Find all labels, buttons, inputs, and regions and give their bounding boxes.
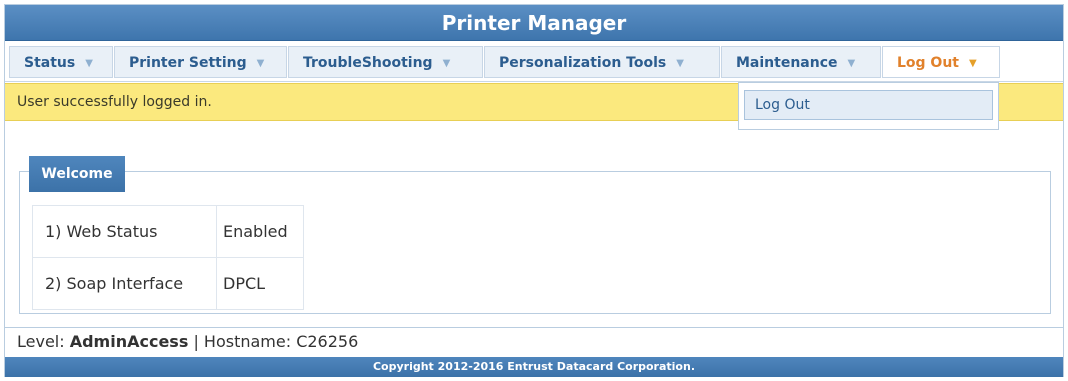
chevron-down-icon: ▼: [847, 58, 856, 69]
nav-item-label: TroubleShooting: [303, 55, 433, 71]
nav-item-printer-setting[interactable]: Printer Setting ▼: [114, 46, 287, 78]
nav-item-personalization-tools[interactable]: Personalization Tools ▼: [484, 46, 720, 78]
access-level: AdminAccess: [69, 332, 189, 351]
hostname-value: C26256: [296, 332, 359, 351]
chevron-down-icon: ▼: [85, 58, 93, 69]
chevron-down-icon: ▼: [969, 58, 977, 69]
chevron-down-icon: ▼: [442, 58, 451, 69]
nav-item-label: Printer Setting: [129, 55, 247, 71]
chevron-down-icon: ▼: [676, 58, 684, 69]
table-row: 2) Soap Interface DPCL: [32, 257, 304, 310]
main-nav: Status ▼ Printer Setting ▼ TroubleShooting…: [5, 42, 1063, 82]
nav-item-maintenance[interactable]: Maintenance ▼: [721, 46, 881, 78]
nav-item-label: Maintenance: [736, 55, 838, 71]
table-row: 1) Web Status Enabled: [32, 205, 304, 258]
chevron-down-icon: ▼: [256, 58, 265, 69]
row-key: 2) Soap Interface: [32, 257, 217, 310]
nav-item-troubleshooting[interactable]: TroubleShooting ▼: [288, 46, 483, 78]
footer-copyright: Copyright 2012-2016 Entrust Datacard Cor…: [5, 357, 1063, 377]
nav-item-label: Status: [24, 55, 76, 71]
row-value: Enabled: [216, 205, 304, 258]
log-out-dropdown: Log Out: [738, 82, 999, 130]
nav-item-status[interactable]: Status ▼: [9, 46, 113, 78]
dropdown-item-log-out[interactable]: Log Out: [744, 90, 993, 120]
nav-item-label: Personalization Tools: [499, 55, 667, 71]
welcome-table: 1) Web Status Enabled 2) Soap Interface …: [32, 205, 304, 310]
row-value: DPCL: [216, 257, 304, 310]
app-title: Printer Manager: [5, 5, 1063, 41]
nav-item-log-out[interactable]: Log Out ▼: [882, 46, 1000, 78]
printer-manager-app: Printer Manager Status ▼ Printer Setting ▼…: [4, 4, 1064, 377]
nav-item-label: Log Out: [897, 55, 959, 71]
hostname-label: | Hostname:: [188, 332, 297, 351]
status-line: Level: AdminAccess | Hostname: C26256: [5, 327, 1063, 355]
welcome-tab: Welcome: [29, 156, 125, 192]
row-key: 1) Web Status: [32, 205, 217, 258]
level-label: Level:: [17, 332, 70, 351]
